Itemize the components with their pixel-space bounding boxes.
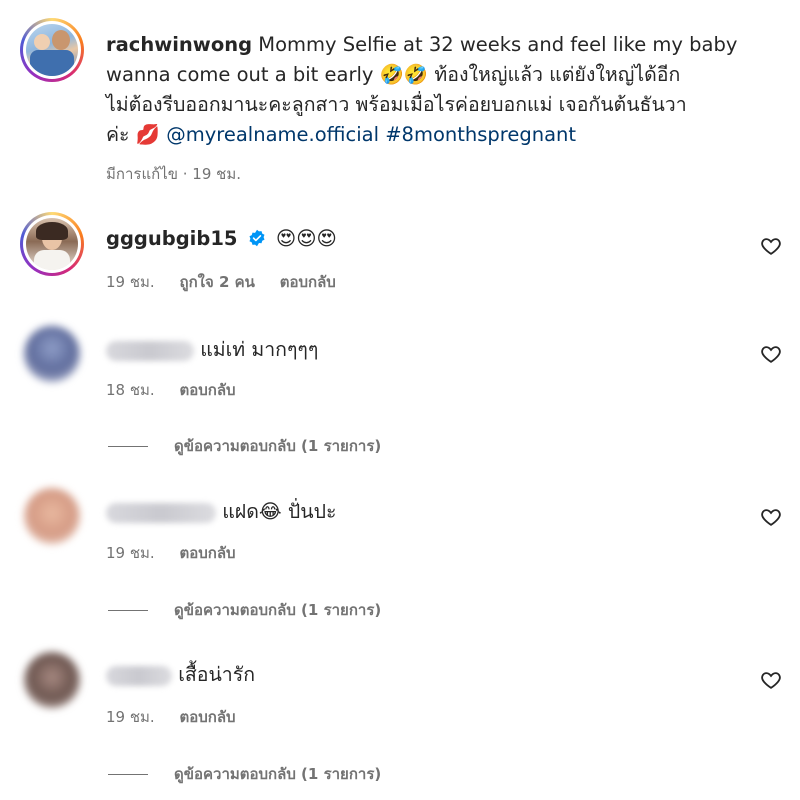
caption-line-1: Mommy Selfie at 32 weeks and feel like m… [258,33,738,56]
blurred-username[interactable] [106,665,172,686]
caption-hashtag[interactable]: #8monthspregnant [385,123,576,146]
commenter-avatar[interactable] [26,218,78,270]
caption-line-2-text: wanna come out a bit early [106,63,374,86]
comment-text-after: ปั่นปะ [287,500,337,523]
comment-meta: 19 ชม. ตอบกลับ [106,705,256,729]
replies-divider-line [108,609,148,611]
comment-time: 18 ชม. [106,381,155,399]
heart-outline-icon[interactable] [760,235,782,257]
replies-divider-line [108,445,148,447]
comment-text: แม่เท่ มากๆๆๆ [200,338,319,361]
view-replies-button[interactable]: ดูข้อความตอบกลับ (1 รายการ) [108,762,381,786]
comment-time: 19 ชม. [106,273,155,291]
commenter-avatar[interactable] [24,326,80,382]
caption-kiss-emoji: 💋 [135,123,161,146]
comment-text: เสื้อน่ารัก [178,663,256,686]
commenter-avatar[interactable] [24,652,80,708]
caption-mention[interactable]: @myrealname.official [166,123,379,146]
post-author-username[interactable]: rachwinwong [106,33,252,56]
comment-likes-count[interactable]: ถูกใจ 2 คน [179,273,254,291]
reply-button[interactable]: ตอบกลับ [179,708,235,726]
commenter-avatar-ring[interactable] [20,212,84,276]
comment-laugh-emoji: 😂 [258,500,282,523]
comment-text: 😍😍😍 [275,227,337,250]
heart-outline-icon[interactable] [760,506,782,528]
comment-body: เสื้อน่ารัก [106,660,255,690]
verified-badge-icon [249,229,265,247]
comment-time: 19 ชม. [106,708,155,726]
comment-time: 19 ชม. [106,544,155,562]
view-replies-label: ดูข้อความตอบกลับ (1 รายการ) [174,601,382,619]
author-avatar-ring[interactable] [20,18,84,82]
comment-body: แฝด😂 ปั่นปะ [106,497,336,527]
heart-outline-icon[interactable] [760,343,782,365]
caption-text: rachwinwong Mommy Selfie at 32 weeks and… [106,30,786,150]
reply-button[interactable]: ตอบกลับ [280,273,336,291]
caption-line-2-thai: ท้องใหญ่แล้ว แต่ยังใหญ่ได้อีก [434,63,681,86]
caption-meta: มีการแก้ไข · 19 ชม. [106,162,261,186]
comment-text-before: แฝด [222,500,259,523]
view-replies-label: ดูข้อความตอบกลับ (1 รายการ) [174,765,382,783]
comment-meta: 19 ชม. ตอบกลับ [106,541,256,565]
caption-line-3: ไม่ต้องรีบออกมานะคะลูกสาว พร้อมเมื่อไรค่… [106,93,687,116]
comment-body: gggubgib15 😍😍😍 [106,224,337,254]
view-replies-label: ดูข้อความตอบกลับ (1 รายการ) [174,437,382,455]
reply-button[interactable]: ตอบกลับ [179,381,235,399]
caption-line-4-text: ค่ะ [106,123,130,146]
view-replies-button[interactable]: ดูข้อความตอบกลับ (1 รายการ) [108,434,381,458]
heart-outline-icon[interactable] [760,669,782,691]
caption-rofl-emoji: 🤣🤣 [379,63,429,86]
replies-divider-line [108,773,148,775]
author-avatar[interactable] [26,24,78,76]
comment-meta: 19 ชม. ถูกใจ 2 คน ตอบกลับ [106,270,356,294]
blurred-username[interactable] [106,502,216,523]
caption-edited-time: มีการแก้ไข · 19 ชม. [106,165,241,183]
comment-body: แม่เท่ มากๆๆๆ [106,335,318,365]
comment-username[interactable]: gggubgib15 [106,227,237,250]
commenter-avatar[interactable] [24,488,80,544]
blurred-username[interactable] [106,340,194,361]
comment-meta: 18 ชม. ตอบกลับ [106,378,256,402]
view-replies-button[interactable]: ดูข้อความตอบกลับ (1 รายการ) [108,598,381,622]
reply-button[interactable]: ตอบกลับ [179,544,235,562]
